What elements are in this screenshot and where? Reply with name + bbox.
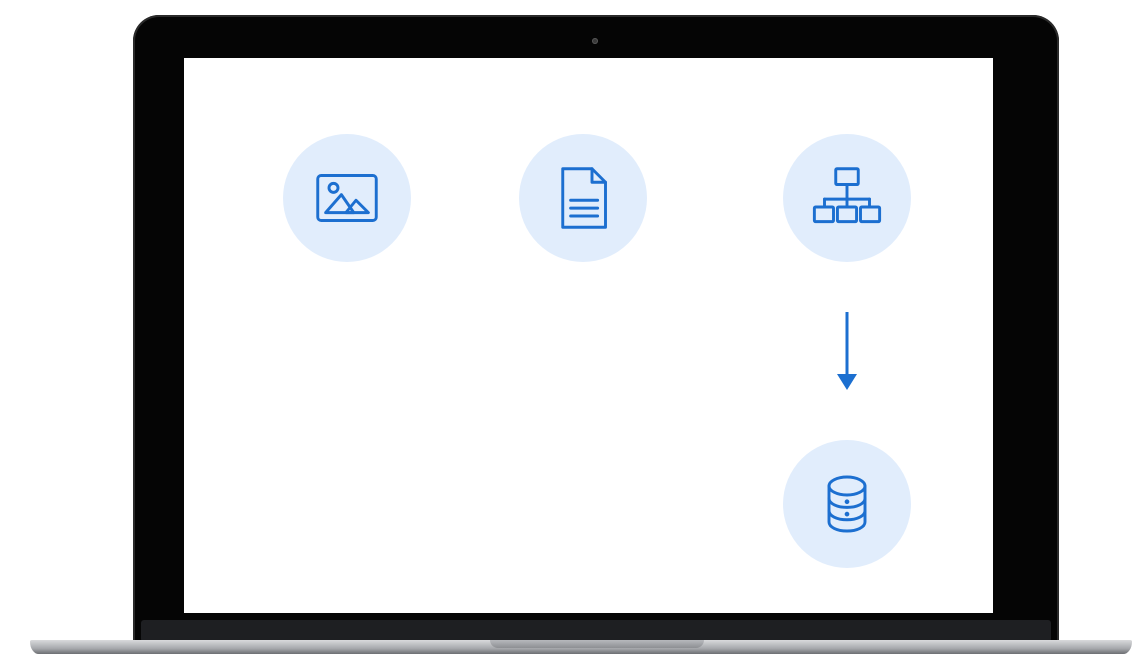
laptop-chin: [141, 620, 1051, 642]
laptop-base-notch: [490, 640, 704, 648]
laptop-illustration: [0, 0, 1132, 661]
hierarchy-icon-circle: [783, 134, 911, 262]
database-icon-circle: [783, 440, 911, 568]
image-icon: [316, 174, 378, 222]
image-icon-circle: [283, 134, 411, 262]
camera-dot: [592, 38, 598, 44]
hierarchy-icon: [812, 167, 882, 224]
document-icon: [561, 167, 607, 229]
document-icon-circle: [519, 134, 647, 262]
database-icon: [827, 475, 867, 533]
arrow-down-icon: [837, 312, 857, 390]
